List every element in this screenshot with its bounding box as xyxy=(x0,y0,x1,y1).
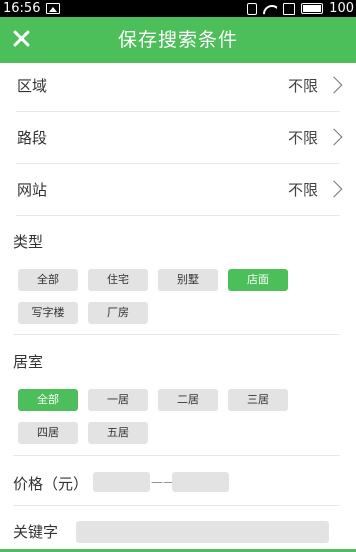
filter-value: 不限 xyxy=(287,181,318,199)
type-chip-factory[interactable]: 厂房 xyxy=(88,302,148,324)
filter-row-website[interactable]: 网站 不限 xyxy=(16,164,343,216)
type-section-title: 类型 xyxy=(13,233,44,251)
image-notification-icon xyxy=(46,3,60,14)
page-title: 保存搜索条件 xyxy=(117,29,238,51)
status-time: 16:56 xyxy=(3,1,41,16)
status-icons: 100 xyxy=(247,0,354,17)
keyword-label: 关键字 xyxy=(13,523,59,541)
type-chip-all[interactable]: 全部 xyxy=(18,269,78,291)
divider xyxy=(13,334,340,335)
room-chip-3[interactable]: 三居 xyxy=(228,389,288,411)
filter-value: 不限 xyxy=(287,77,318,95)
battery-percent: 100 xyxy=(329,1,354,16)
type-chip-residential[interactable]: 住宅 xyxy=(88,269,148,291)
price-max-input[interactable] xyxy=(172,472,229,492)
keyword-input[interactable] xyxy=(76,521,329,543)
divider xyxy=(13,455,340,456)
room-chip-4[interactable]: 四居 xyxy=(18,422,78,444)
filter-row-road[interactable]: 路段 不限 xyxy=(16,112,343,164)
filter-label: 区域 xyxy=(17,77,48,95)
type-chip-shop[interactable]: 店面 xyxy=(228,269,288,291)
filter-row-area[interactable]: 区域 不限 xyxy=(16,60,343,112)
chevron-right-icon xyxy=(325,180,343,198)
title-bar: 保存搜索条件 xyxy=(0,17,356,63)
status-bar: 16:56 100 xyxy=(0,0,356,17)
room-chip-1[interactable]: 一居 xyxy=(88,389,148,411)
filter-label: 路段 xyxy=(17,129,48,147)
sim-icon xyxy=(283,2,296,15)
filter-value: 不限 xyxy=(287,129,318,147)
filter-label: 网站 xyxy=(17,181,48,199)
price-label: 价格（元） xyxy=(13,475,89,493)
wifi-icon xyxy=(263,3,277,15)
divider xyxy=(13,505,340,506)
price-min-input[interactable] xyxy=(93,472,150,492)
room-chip-5[interactable]: 五居 xyxy=(88,422,148,444)
room-chip-all[interactable]: 全部 xyxy=(18,389,78,411)
room-chip-2[interactable]: 二居 xyxy=(158,389,218,411)
chevron-right-icon xyxy=(325,76,343,94)
type-chip-villa[interactable]: 别墅 xyxy=(158,269,218,291)
room-section-title: 居室 xyxy=(13,353,44,371)
battery-icon xyxy=(301,3,324,14)
chevron-right-icon xyxy=(325,128,343,146)
type-chip-office[interactable]: 写字楼 xyxy=(18,302,78,324)
vibrate-icon xyxy=(247,2,258,15)
